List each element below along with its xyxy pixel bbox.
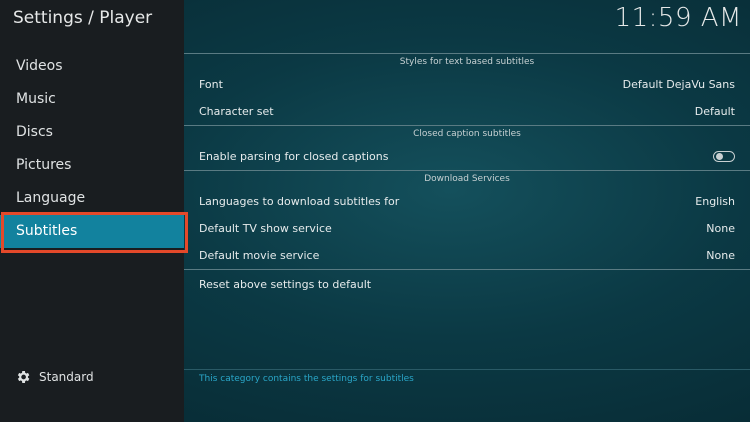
setting-tv-service-value: None [706,222,735,235]
reset-settings-label: Reset above settings to default [199,277,372,291]
sidebar: Settings / Player Videos Music Discs Pic… [0,0,184,422]
sidebar-item-pictures[interactable]: Pictures [0,149,184,182]
sidebar-item-discs[interactable]: Discs [0,116,184,149]
setting-closed-caption-parsing[interactable]: Enable parsing for closed captions [184,143,750,170]
setting-font-label: Font [199,78,223,91]
sidebar-item-language[interactable]: Language [0,182,184,215]
setting-character-set-label: Character set [199,105,274,118]
setting-font[interactable]: Font Default DejaVu Sans [184,71,750,98]
setting-movie-service[interactable]: Default movie service None [184,242,750,269]
kodi-settings-screen: Settings / Player Videos Music Discs Pic… [0,0,750,422]
sidebar-item-subtitles[interactable]: Subtitles [0,215,184,248]
sidebar-nav: Videos Music Discs Pictures Language Sub… [0,50,184,248]
setting-closed-caption-parsing-label: Enable parsing for closed captions [199,150,389,163]
window-title: Settings / Player [13,8,153,28]
section-header-closed-caption: Closed caption subtitles [184,125,750,143]
setting-movie-service-label: Default movie service [199,249,320,262]
closed-caption-toggle[interactable] [713,151,735,162]
toggle-knob [716,153,723,160]
section-header-download-services: Download Services [184,170,750,188]
section-header-text-subtitles: Styles for text based subtitles [184,53,750,71]
setting-download-languages-value: English [695,195,735,208]
setting-download-languages[interactable]: Languages to download subtitles for Engl… [184,188,750,215]
setting-download-languages-label: Languages to download subtitles for [199,195,400,208]
setting-tv-service-label: Default TV show service [199,222,332,235]
sidebar-item-videos[interactable]: Videos [0,50,184,83]
gear-icon [17,371,30,383]
setting-tv-service[interactable]: Default TV show service None [184,215,750,242]
clock: 11:59 AM [614,3,742,33]
settings-list: Styles for text based subtitles Font Def… [184,53,750,298]
category-description: This category contains the settings for … [184,369,750,388]
setting-font-value: Default DejaVu Sans [622,78,735,91]
setting-movie-service-value: None [706,249,735,262]
setting-character-set-value: Default [694,105,735,118]
sidebar-item-music[interactable]: Music [0,83,184,116]
settings-level-button[interactable]: Standard [15,369,94,385]
setting-character-set[interactable]: Character set Default [184,98,750,125]
reset-settings-button[interactable]: Reset above settings to default [184,269,750,298]
settings-level-label: Standard [39,370,94,384]
